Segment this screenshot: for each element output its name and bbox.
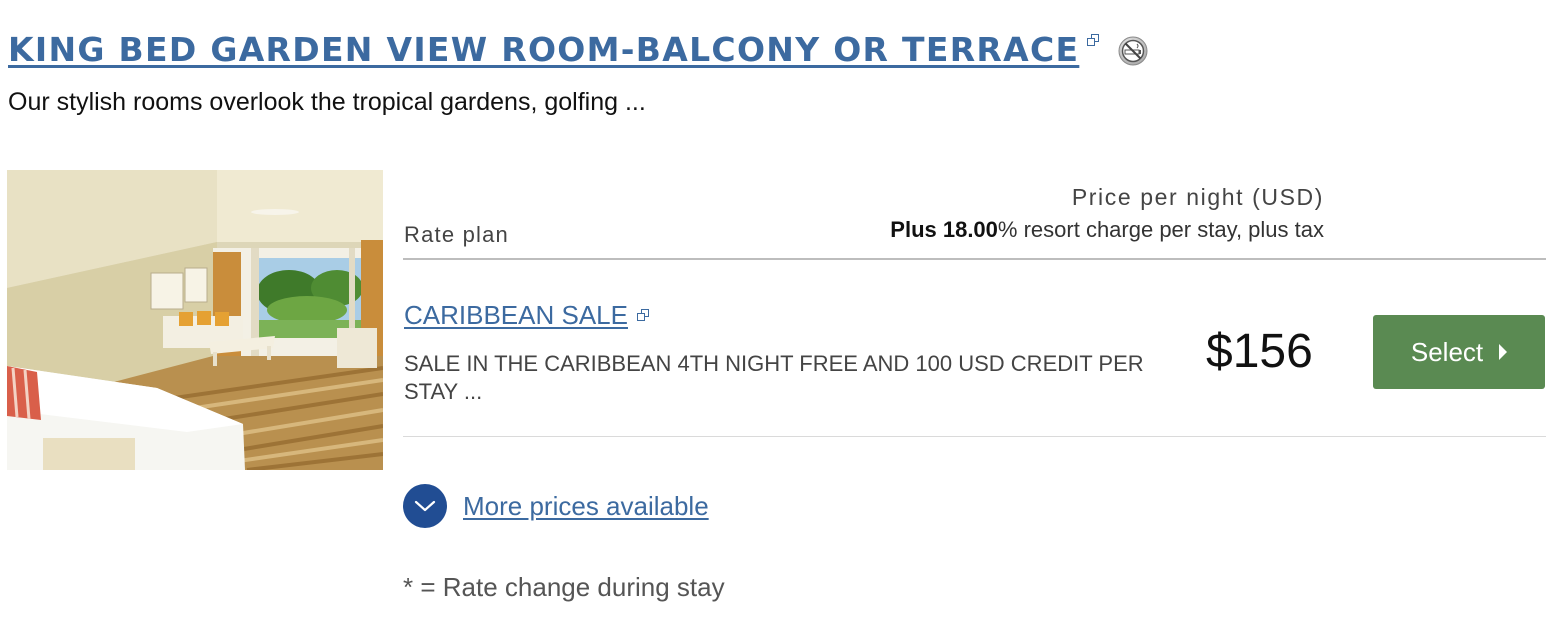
rate-price: $156: [1206, 325, 1313, 378]
external-link-icon[interactable]: [1087, 33, 1101, 48]
table-header-divider: [403, 258, 1546, 260]
room-photo[interactable]: [7, 170, 383, 470]
chevron-down-icon[interactable]: [403, 484, 447, 528]
price-per-night-label: Price per night (USD): [1071, 184, 1324, 210]
rate-change-footnote: * = Rate change during stay: [403, 572, 725, 602]
price-header: Price per night (USD) Plus 18.00% resort…: [890, 184, 1324, 243]
room-title-link[interactable]: KING BED GARDEN VIEW ROOM-BALCONY OR TER…: [8, 30, 1079, 69]
room-description: Our stylish rooms overlook the tropical …: [8, 88, 646, 116]
rate-plan-header: Rate plan: [404, 222, 509, 247]
more-prices-row: More prices available: [403, 484, 709, 528]
resort-charge-text: % resort charge per stay, plus tax: [997, 217, 1324, 242]
select-button[interactable]: Select: [1373, 315, 1545, 389]
no-smoking-icon: [1118, 36, 1148, 65]
rate-row-divider: [403, 436, 1546, 437]
chevron-right-icon: [1499, 344, 1508, 360]
resort-charge-amount: Plus 18.00: [890, 217, 998, 242]
resort-charge-note: Plus 18.00% resort charge per stay, plus…: [890, 217, 1324, 243]
external-link-icon[interactable]: [636, 308, 651, 323]
select-button-label: Select: [1410, 336, 1484, 367]
more-prices-link[interactable]: More prices available: [463, 491, 709, 522]
rate-plan-name-link[interactable]: CARIBBEAN SALE: [404, 300, 628, 331]
rate-plan-row: CARIBBEAN SALE: [404, 300, 651, 331]
rate-plan-description: SALE IN THE CARIBBEAN 4TH NIGHT FREE AND…: [404, 351, 1144, 404]
room-title-row: KING BED GARDEN VIEW ROOM-BALCONY OR TER…: [8, 30, 1149, 69]
